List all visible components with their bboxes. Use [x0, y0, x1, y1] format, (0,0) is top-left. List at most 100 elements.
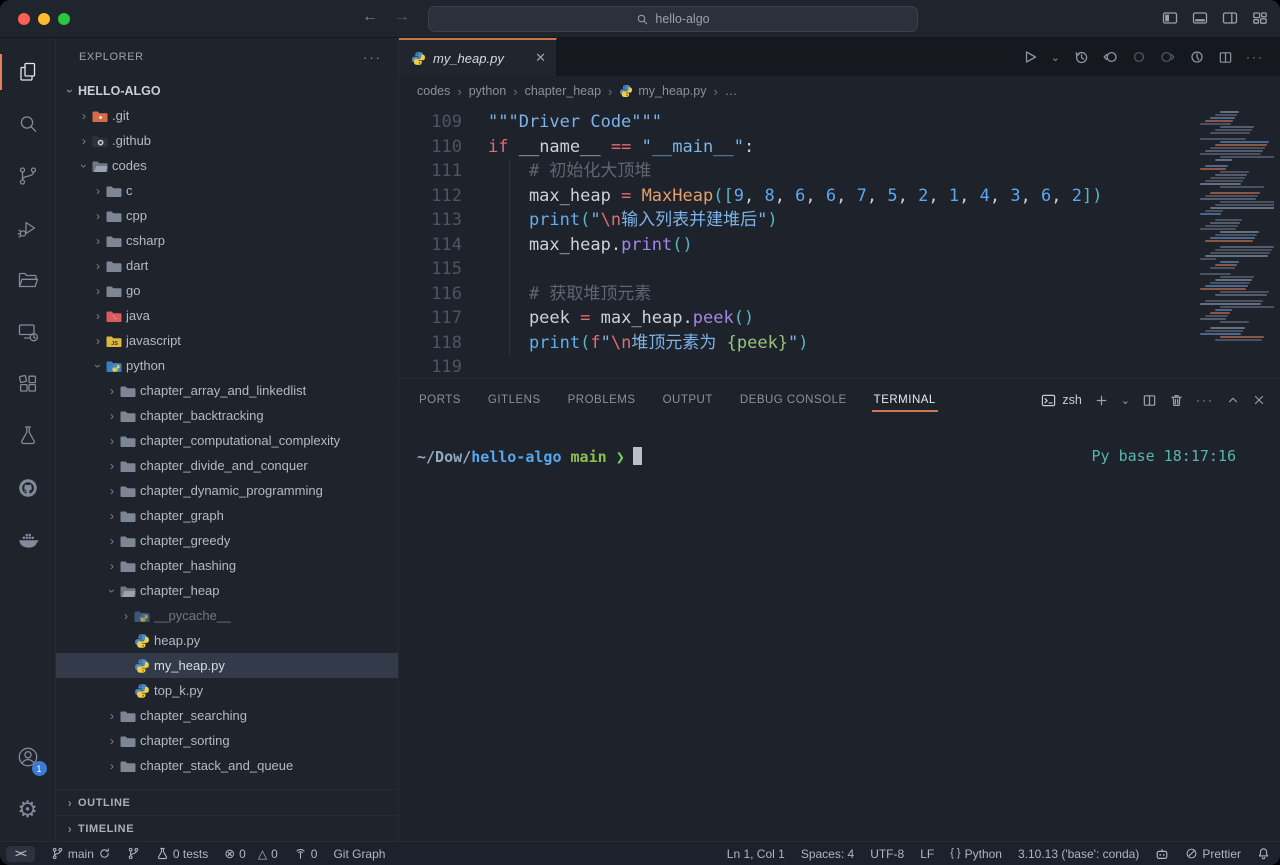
ports-status[interactable]: 0	[294, 847, 318, 861]
zoom-window-button[interactable]	[58, 13, 70, 25]
explorer-more-actions-icon[interactable]: ···	[363, 50, 382, 65]
tree-item-chapter-sorting[interactable]: ›chapter_sorting	[56, 728, 398, 753]
tree-item-my-heap-py[interactable]: my_heap.py	[56, 653, 398, 678]
panel-tab-gitlens[interactable]: GITLENS	[488, 381, 541, 419]
tree-item-c[interactable]: ›c	[56, 178, 398, 203]
minimize-window-button[interactable]	[38, 13, 50, 25]
navigate-forward-icon[interactable]: →	[394, 8, 410, 26]
git-graph-label[interactable]: Git Graph	[333, 847, 385, 861]
tree-item-heap-py[interactable]: heap.py	[56, 628, 398, 653]
remote-indicator[interactable]: ><	[6, 846, 35, 862]
close-icon[interactable]	[1252, 393, 1266, 407]
formatter-status[interactable]: Prettier	[1185, 847, 1241, 861]
tree-item-chapter-searching[interactable]: ›chapter_searching	[56, 703, 398, 728]
split-editor-icon[interactable]	[1142, 393, 1157, 408]
tree-item-hello-algo[interactable]: ›HELLO-ALGO	[56, 78, 398, 103]
code-editor[interactable]: 109"""Driver Code"""110if __name__ == "_…	[399, 106, 1280, 378]
run-icon[interactable]	[1022, 49, 1038, 65]
more-icon[interactable]: ···	[1246, 48, 1264, 66]
tree-item-csharp[interactable]: ›csharp	[56, 228, 398, 253]
layout-sidebar-left-icon[interactable]	[1162, 10, 1178, 26]
activity-item-testing[interactable]	[0, 410, 56, 462]
activity-item-docker[interactable]	[0, 514, 56, 566]
tree-item-chapter-greedy[interactable]: ›chapter_greedy	[56, 528, 398, 553]
indentation[interactable]: Spaces: 4	[801, 847, 854, 861]
activity-item-source-control[interactable]	[0, 150, 56, 202]
history-icon[interactable]	[1073, 49, 1089, 65]
breadcrumb-item-[interactable]: …	[725, 84, 738, 98]
tree-item-github[interactable]: ›.github	[56, 128, 398, 153]
activity-item-search[interactable]	[0, 98, 56, 150]
branch-status[interactable]: main	[51, 847, 111, 861]
plus-icon[interactable]	[1094, 393, 1109, 408]
terminal-shell-selector[interactable]: zsh	[1041, 393, 1081, 408]
activity-item-settings[interactable]: ⚙	[0, 783, 56, 835]
chev-up-icon[interactable]	[1226, 393, 1240, 407]
tree-item-python[interactable]: ›python	[56, 353, 398, 378]
breadcrumb-item-codes[interactable]: codes	[417, 84, 450, 98]
activity-item-accounts[interactable]: 1	[0, 731, 56, 783]
tree-item-chapter-divide-and-conquer[interactable]: ›chapter_divide_and_conquer	[56, 453, 398, 478]
panel-tab-terminal[interactable]: TERMINAL	[874, 381, 936, 419]
navigate-back-icon[interactable]: ←	[362, 8, 378, 26]
tree-item-cpp[interactable]: ›cpp	[56, 203, 398, 228]
panel-tab-problems[interactable]: PROBLEMS	[568, 381, 636, 419]
copilot-icon[interactable]	[1155, 847, 1169, 861]
activity-item-github[interactable]	[0, 462, 56, 514]
git-graph-icon[interactable]	[127, 847, 140, 860]
cursor-position[interactable]: Ln 1, Col 1	[727, 847, 785, 861]
activity-item-remote-explorer[interactable]	[0, 306, 56, 358]
section-outline[interactable]: ›OUTLINE	[56, 789, 398, 815]
graph-clock-icon[interactable]	[1189, 49, 1205, 65]
activity-item-extensions[interactable]	[0, 358, 56, 410]
tests-status[interactable]: 0 tests	[156, 847, 208, 861]
layout-customize-icon[interactable]	[1252, 10, 1268, 26]
tab-close-icon[interactable]: ✕	[535, 50, 546, 66]
close-window-button[interactable]	[18, 13, 30, 25]
tree-item-chapter-stack-and-queue[interactable]: ›chapter_stack_and_queue	[56, 753, 398, 778]
tree-item-go[interactable]: ›go	[56, 278, 398, 303]
next-change-icon[interactable]	[1160, 49, 1176, 65]
panel-tab-ports[interactable]: PORTS	[419, 381, 461, 419]
circle-icon[interactable]	[1131, 49, 1147, 65]
tree-item-javascript[interactable]: ›JSjavascript	[56, 328, 398, 353]
chev-down-icon[interactable]: ⌄	[1051, 48, 1060, 66]
tree-item-chapter-dynamic-programming[interactable]: ›chapter_dynamic_programming	[56, 478, 398, 503]
tree-item-chapter-heap[interactable]: ›chapter_heap	[56, 578, 398, 603]
breadcrumb-item-chapter-heap[interactable]: chapter_heap	[525, 84, 601, 98]
tree-item-chapter-hashing[interactable]: ›chapter_hashing	[56, 553, 398, 578]
eol-sequence[interactable]: LF	[920, 847, 934, 861]
more-icon[interactable]: ···	[1196, 391, 1214, 409]
terminal[interactable]: ~/Dow/hello-algo main ❯ Py base 18:17:16	[399, 421, 1280, 841]
trash-icon[interactable]	[1169, 393, 1184, 408]
language-mode[interactable]: { }Python	[950, 847, 1002, 861]
minimap[interactable]	[1194, 108, 1274, 360]
python-interpreter[interactable]: 3.10.13 ('base': conda)	[1018, 847, 1139, 861]
panel-tab-debug-console[interactable]: DEBUG CONSOLE	[740, 381, 847, 419]
tree-item-chapter-graph[interactable]: ›chapter_graph	[56, 503, 398, 528]
tree-item-codes[interactable]: ›codes	[56, 153, 398, 178]
tree-item-top-k-py[interactable]: top_k.py	[56, 678, 398, 703]
tree-item-java[interactable]: ›java	[56, 303, 398, 328]
prev-change-icon[interactable]	[1102, 49, 1118, 65]
activity-item-project-folder[interactable]	[0, 254, 56, 306]
breadcrumb-item-my-heap-py[interactable]: my_heap.py	[619, 84, 706, 98]
tree-item-chapter-computational-complexity[interactable]: ›chapter_computational_complexity	[56, 428, 398, 453]
tab-my-heap[interactable]: my_heap.py ✕	[399, 38, 557, 76]
activity-item-run-and-debug[interactable]	[0, 202, 56, 254]
chev-down-icon[interactable]: ⌄	[1121, 391, 1130, 409]
tree-item-chapter-array-and-linkedlist[interactable]: ›chapter_array_and_linkedlist	[56, 378, 398, 403]
notifications-bell-icon[interactable]	[1257, 847, 1270, 860]
layout-panel-bottom-icon[interactable]	[1192, 10, 1208, 26]
section-timeline[interactable]: ›TIMELINE	[56, 815, 398, 841]
encoding[interactable]: UTF-8	[870, 847, 904, 861]
panel-tab-output[interactable]: OUTPUT	[663, 381, 713, 419]
tree-item-dart[interactable]: ›dart	[56, 253, 398, 278]
tree-item-git[interactable]: ›.git	[56, 103, 398, 128]
tree-item-pycache[interactable]: ›__pycache__	[56, 603, 398, 628]
command-center-search[interactable]: hello-algo	[428, 6, 918, 32]
problems-status[interactable]: ⊗0△0	[224, 847, 278, 861]
layout-sidebar-right-icon[interactable]	[1222, 10, 1238, 26]
activity-item-explorer[interactable]	[0, 46, 56, 98]
split-editor-icon[interactable]	[1218, 50, 1233, 65]
